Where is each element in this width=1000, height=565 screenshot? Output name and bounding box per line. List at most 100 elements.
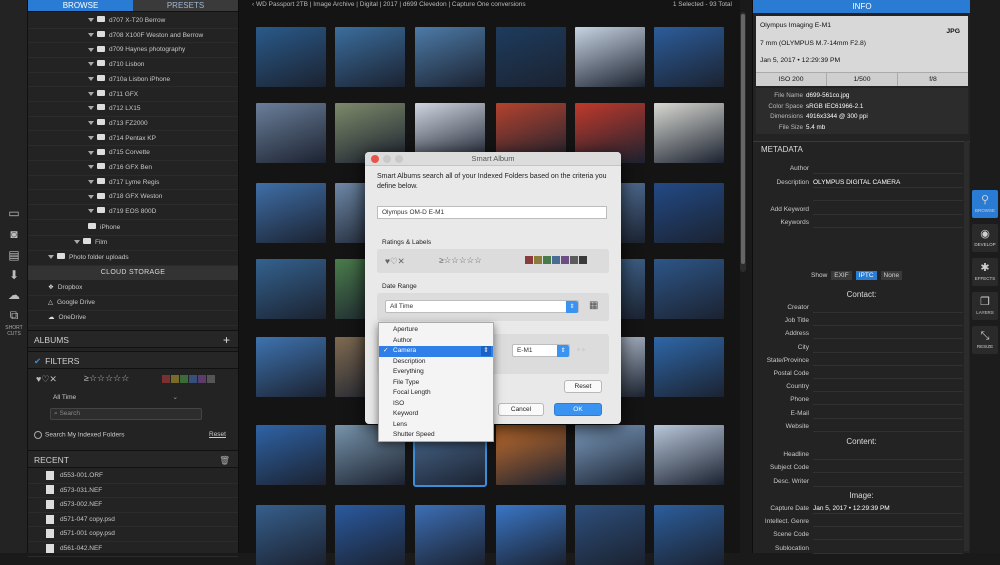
metadata-row[interactable]: Intellect. Genre [753,515,969,528]
dialog-hearts-rating[interactable]: ♥♡✕ [385,256,405,267]
recent-item[interactable]: d571-047 copy.psd [28,513,238,528]
folder-icon[interactable]: ▤ [3,245,25,265]
metadata-row[interactable]: Job Title [753,314,969,327]
folder-item[interactable]: d711 GFX [28,88,238,103]
metadata-row[interactable]: Scene Code [753,528,969,541]
recent-item[interactable]: d573-031.NEF [28,484,238,499]
module-develop-button[interactable]: ◉ DEVELOP [972,224,998,252]
show-none-button[interactable]: None [880,271,903,280]
module-effects-button[interactable]: ✱ EFFECTS [972,258,998,286]
dropdown-item-author[interactable]: Author [379,336,493,347]
thumbnail[interactable] [335,505,405,565]
thumbnail[interactable] [496,27,566,87]
show-iptc-button[interactable]: IPTC [855,271,877,280]
minimize-button[interactable] [383,155,391,163]
metadata-value-field[interactable]: OLYMPUS DIGITAL CAMERA [813,176,963,188]
folder-iphone[interactable]: iPhone [28,221,238,236]
filter-hearts[interactable]: ♥♡✕ [36,374,57,385]
metadata-value-field[interactable] [813,354,963,366]
metadata-value-field[interactable] [813,216,963,228]
metadata-value-field[interactable] [813,407,963,419]
thumbnail[interactable] [496,505,566,565]
metadata-value-field[interactable] [813,203,963,215]
thumbnail[interactable] [654,259,724,319]
thumbnail[interactable] [256,103,326,163]
folder-item[interactable]: d715 Corvette [28,146,238,161]
swatch-gray[interactable] [570,256,578,264]
swatch-gray[interactable] [207,375,215,383]
thumbnail[interactable] [335,27,405,87]
thumbnail[interactable] [415,27,485,87]
tab-presets[interactable]: PRESETS [133,0,238,12]
folder-item[interactable]: d716 GFX Ben [28,161,238,176]
dialog-stars-rating[interactable]: ≥☆☆☆☆☆ [439,255,482,266]
swatch-purple[interactable] [198,375,206,383]
metadata-row[interactable]: Description OLYMPUS DIGITAL CAMERA [753,176,969,189]
album-name-field[interactable]: Olympus OM-D E-M1 [377,206,607,219]
folder-item[interactable]: d718 GFX Weston [28,190,238,205]
metadata-value-field[interactable]: Jan 5, 2017 • 12:29:39 PM [813,502,963,514]
module-resize-button[interactable]: ⤡ RESIZE [972,326,998,354]
thumbnail[interactable] [654,183,724,243]
folder-item[interactable]: d707 X-T20 Berrow [28,14,238,29]
computer-icon[interactable]: ▭ [3,203,25,223]
chevron-right-icon[interactable] [88,62,94,67]
dropdown-item-description[interactable]: Description [379,357,493,368]
metadata-row[interactable]: Headline [753,448,969,461]
swatch-red[interactable] [525,256,533,264]
metadata-value-field[interactable] [813,367,963,379]
thumbnail[interactable] [256,259,326,319]
metadata-value-field[interactable] [813,393,963,406]
date-range-select[interactable]: All Time ⇕ [385,300,579,313]
filter-search-input[interactable]: ⌕ Search [50,408,202,420]
color-label-swatches[interactable] [162,375,215,383]
folder-item[interactable]: d709 Haynes photography [28,43,238,58]
chevron-right-icon[interactable] [88,150,94,155]
folder-item[interactable]: d714 Pentax KP [28,132,238,147]
metadata-row[interactable]: Creator [753,301,969,314]
swatch-green[interactable] [543,256,551,264]
reset-button[interactable]: Reset [564,380,602,393]
albums-header[interactable]: ALBUMS + [28,330,238,348]
swatch-red[interactable] [162,375,170,383]
thumbnail[interactable] [654,505,724,565]
camera-icon[interactable]: ◙ [3,224,25,244]
ok-button[interactable]: OK [554,403,602,416]
cloud-google-drive[interactable]: △ Google Drive [28,296,238,311]
metadata-value-field[interactable] [813,341,963,353]
metadata-value-field[interactable] [813,189,963,201]
criteria-value-select[interactable]: E-M1 ⇕ [512,344,570,357]
trash-icon[interactable]: 🗑 [219,451,230,469]
close-button[interactable] [371,155,379,163]
folder-item[interactable]: d717 Lyme Regis [28,176,238,191]
dialog-color-swatches[interactable] [525,256,587,264]
metadata-value-field[interactable] [813,515,963,528]
metadata-row[interactable]: City [753,341,969,354]
metadata-value-field[interactable] [813,327,963,340]
show-exif-button[interactable]: EXIF [831,271,852,280]
swatch-blue[interactable] [189,375,197,383]
thumbnail[interactable] [256,183,326,243]
folder-item[interactable]: d710a Lisbon iPhone [28,73,238,88]
dropdown-item-aperture[interactable]: Aperture [379,325,493,336]
metadata-row[interactable]: Add Keyword [753,203,969,216]
chevron-right-icon[interactable] [48,255,54,260]
grid-scrollbar-thumb[interactable] [741,14,745,264]
recent-item[interactable]: d553-001.ORF [28,469,238,484]
thumbnail[interactable] [496,425,566,485]
thumbnail[interactable] [256,27,326,87]
calendar-icon[interactable]: ▦ [589,300,598,311]
folder-item[interactable]: d713 FZ2000 [28,117,238,132]
recent-item[interactable]: d573-002.NEF [28,498,238,513]
chevron-right-icon[interactable] [88,32,94,37]
thumbnail[interactable] [256,337,326,397]
metadata-row[interactable]: Keywords [753,216,969,229]
metadata-value-field[interactable] [813,420,963,432]
info-header[interactable]: INFO [753,0,971,13]
date-filter-select[interactable]: All Time ⌄ [50,392,180,404]
check-circle-icon[interactable]: ✔ [34,356,41,366]
chevron-right-icon[interactable] [88,179,94,184]
metadata-row[interactable]: Postal Code [753,367,969,380]
folder-item[interactable]: d710 Lisbon [28,58,238,73]
recent-item[interactable]: d571-001 copy.psd [28,527,238,542]
